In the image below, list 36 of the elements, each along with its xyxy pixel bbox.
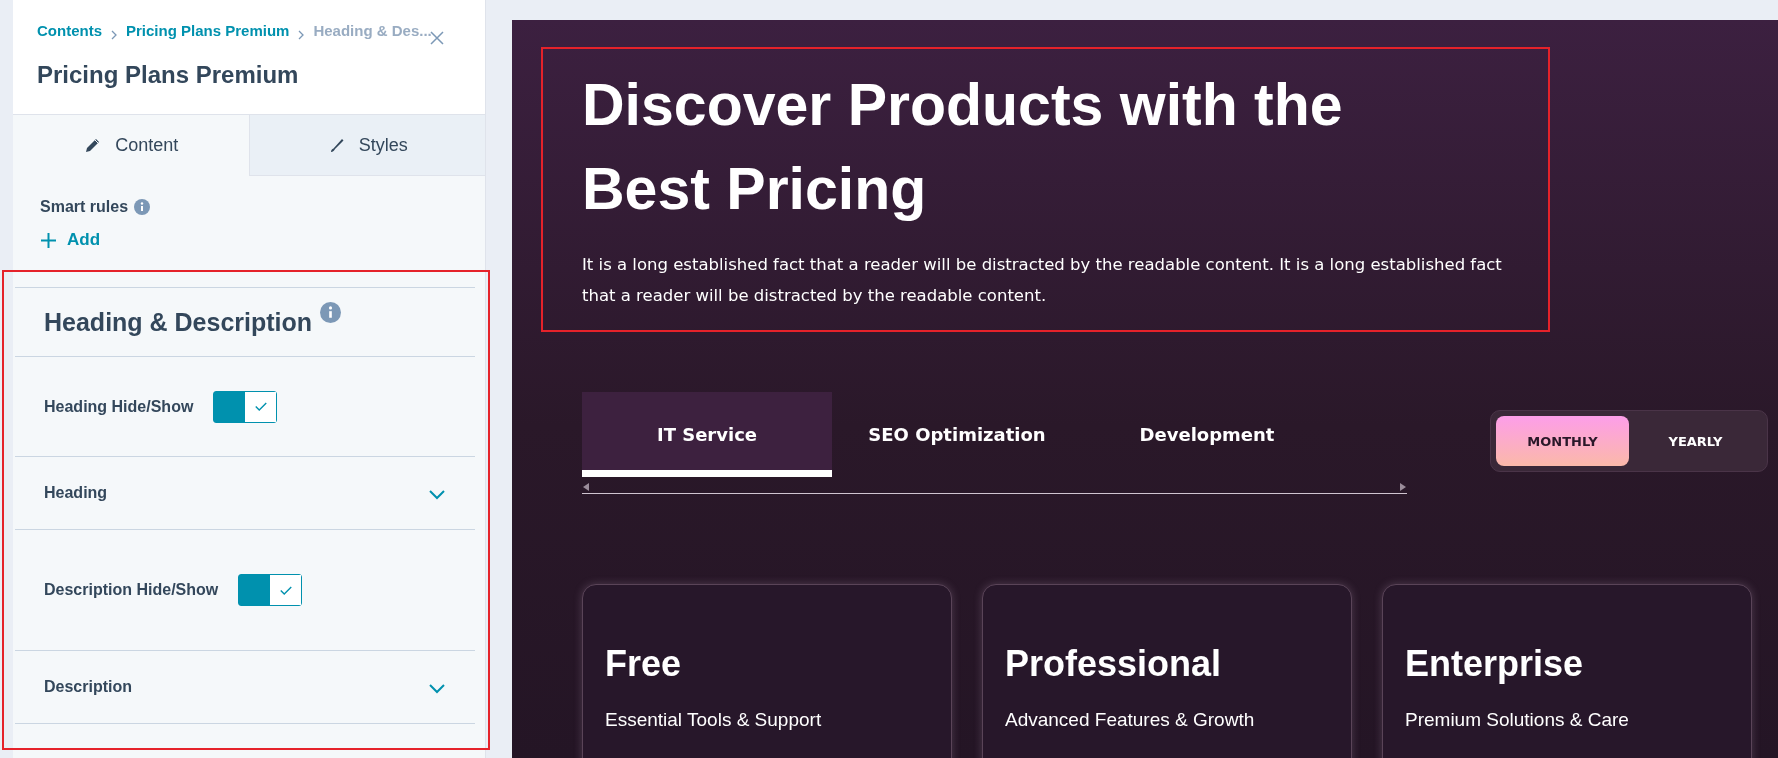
plan-tagline: Premium Solutions & Care bbox=[1405, 709, 1630, 731]
plan-name: Professional bbox=[1005, 643, 1223, 685]
billing-option[interactable]: YEARLY bbox=[1629, 416, 1762, 466]
plus-icon bbox=[40, 231, 57, 249]
breadcrumb-link[interactable]: Pricing Plans Premium bbox=[126, 22, 290, 39]
service-tab[interactable]: Development bbox=[1082, 392, 1332, 477]
scrollbar[interactable] bbox=[582, 482, 1407, 494]
close-icon[interactable] bbox=[429, 30, 445, 46]
panel-title: Pricing Plans Premium bbox=[37, 61, 300, 89]
info-icon[interactable] bbox=[134, 199, 151, 215]
plan-name: Free bbox=[605, 643, 683, 685]
chevron-down-icon[interactable] bbox=[428, 681, 446, 693]
info-icon[interactable] bbox=[320, 302, 342, 323]
breadcrumb-link[interactable]: Contents bbox=[37, 22, 102, 39]
chevron-down-icon[interactable] bbox=[428, 487, 446, 499]
service-tab[interactable]: SEO Optimization bbox=[832, 392, 1082, 477]
check-icon bbox=[278, 584, 293, 596]
section-title: Heading & Description bbox=[44, 307, 313, 337]
field-label: Description bbox=[44, 678, 132, 696]
service-tab[interactable]: IT Service bbox=[582, 392, 832, 477]
arrow-right-icon[interactable] bbox=[1399, 482, 1407, 492]
billing-option[interactable]: MONTHLY bbox=[1496, 416, 1629, 466]
field-label: Heading Hide/Show bbox=[44, 397, 194, 416]
section-label: Smart rules bbox=[40, 198, 129, 216]
toggle-switch[interactable] bbox=[213, 390, 278, 423]
hero-heading: Discover Products with the Best Pricing bbox=[582, 71, 1344, 224]
plan-tagline: Essential Tools & Support bbox=[605, 709, 823, 731]
check-icon bbox=[253, 401, 268, 412]
field-label: Heading bbox=[44, 484, 108, 502]
panel-tab[interactable]: Styles bbox=[248, 115, 485, 176]
field-label: Description Hide/Show bbox=[44, 581, 219, 599]
hero-description: It is a long established fact that a reader will be distracted by the readable content. It is a long established fact that a reader will be distracted by the readable content. bbox=[582, 254, 1503, 307]
arrow-left-icon[interactable] bbox=[582, 482, 590, 492]
toggle-switch[interactable] bbox=[238, 574, 303, 606]
plan-tagline: Advanced Features & Growth bbox=[1005, 709, 1256, 731]
plan-name: Enterprise bbox=[1405, 643, 1585, 685]
